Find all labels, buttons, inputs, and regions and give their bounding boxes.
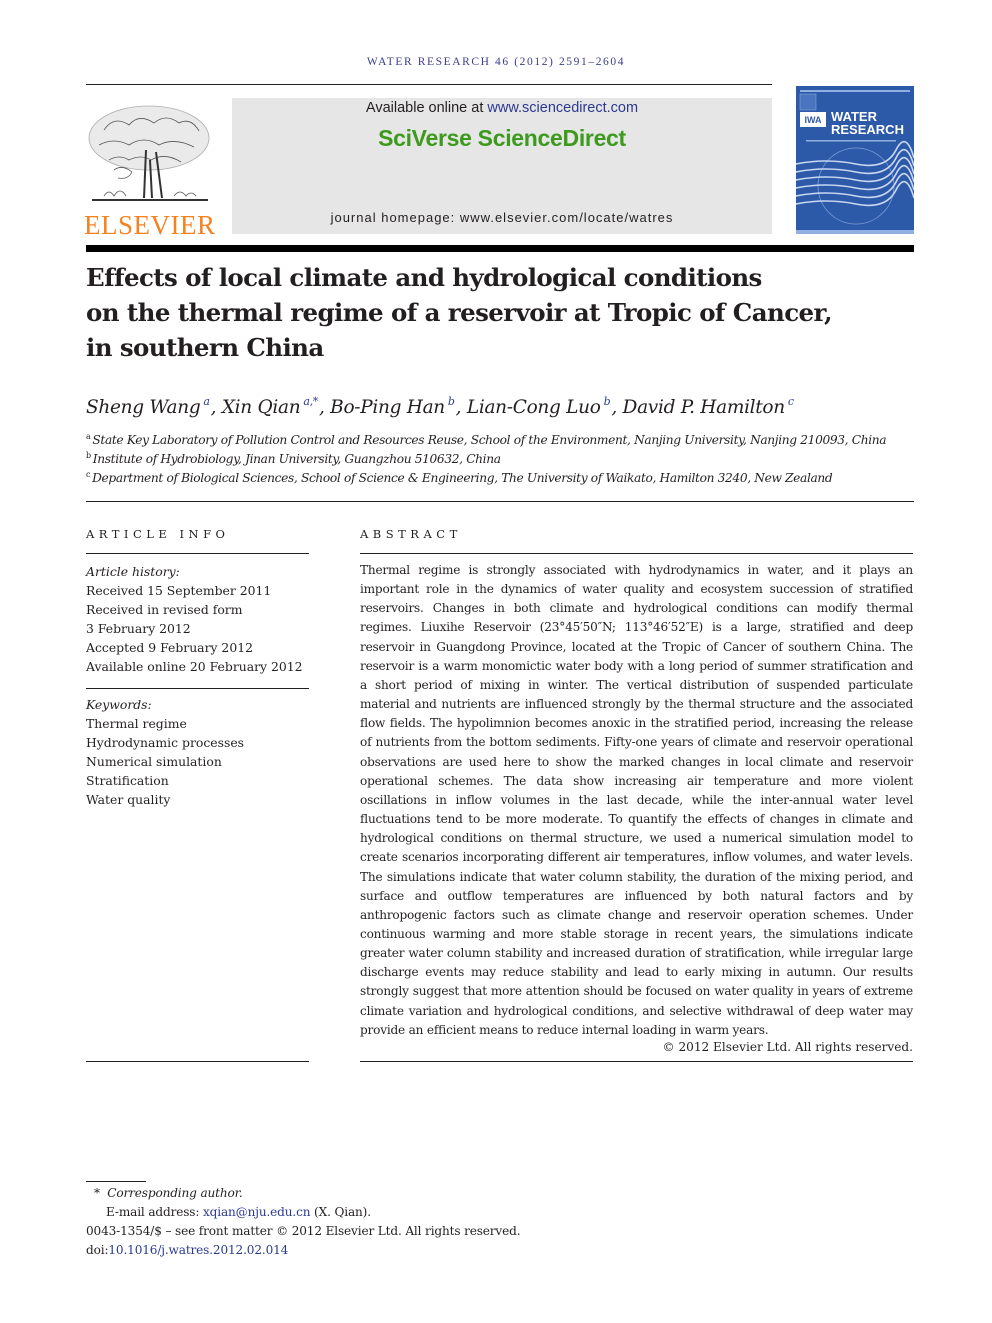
affiliation-key: a: [86, 432, 91, 441]
doi-label: doi:: [86, 1243, 109, 1257]
sciverse-sciencedirect-logo: SciVerse ScienceDirect: [378, 125, 626, 151]
keywords: Keywords: Thermal regime Hydrodynamic pr…: [86, 695, 316, 810]
author-affiliation-marker[interactable]: b: [448, 395, 455, 408]
keywords-label: Keywords:: [86, 697, 152, 712]
keyword-item: Thermal regime: [86, 716, 187, 732]
journal-homepage-line: journal homepage: www.elsevier.com/locat…: [232, 210, 772, 225]
author-separator: ,: [455, 397, 467, 418]
affiliation-text: Institute of Hydrobiology, Jinan Univers…: [92, 452, 501, 466]
affiliation: a State Key Laboratory of Pollution Contr…: [86, 432, 916, 447]
abstract-rule: [360, 553, 913, 554]
author-affiliation-marker[interactable]: c: [788, 395, 794, 408]
author-separator: ,: [210, 397, 222, 418]
affiliation: c Department of Biological Sciences, Scho…: [86, 470, 916, 485]
author-affiliation-marker[interactable]: a,*: [303, 395, 318, 408]
header-thick-rule: [86, 245, 914, 252]
author-list: Sheng Wang a, Xin Qian a,*, Bo-Ping Han b, …: [86, 395, 916, 418]
abstract-bottom-rule: [360, 1061, 913, 1062]
author-name[interactable]: David P. Hamilton: [623, 397, 786, 418]
abstract-body: Thermal regime is strongly associated wi…: [360, 563, 913, 1037]
article-info-heading: ARTICLE INFO: [86, 527, 230, 541]
keyword-item: Hydrodynamic processes: [86, 735, 245, 751]
elsevier-logo-text: ELSEVIER: [84, 210, 216, 240]
keywords-rule: [86, 688, 309, 689]
abstract-heading: ABSTRACT: [360, 527, 462, 541]
footnotes: * Corresponding author. E-mail address: …: [86, 1184, 586, 1260]
doi-link[interactable]: 10.1016/j.watres.2012.02.014: [108, 1243, 288, 1257]
article-info-rule: [86, 553, 309, 554]
affiliation-text: State Key Laboratory of Pollution Contro…: [92, 433, 887, 447]
history-item: Available online 20 February 2012: [86, 659, 303, 675]
author-name[interactable]: Bo-Ping Han: [330, 397, 445, 418]
title-line: on the thermal regime of a reservoir at …: [86, 298, 833, 327]
front-matter-note: 0043-1354/$ – see front matter © 2012 El…: [86, 1224, 521, 1238]
article-info-bottom-rule: [86, 1061, 309, 1062]
article-history-label: Article history:: [86, 564, 180, 579]
journal-homepage-label: journal homepage:: [330, 210, 460, 225]
affiliation: b Institute of Hydrobiology, Jinan Univer…: [86, 451, 916, 466]
footnote-rule: [86, 1181, 146, 1182]
header-rule: [86, 84, 772, 85]
sciencedirect-link[interactable]: www.sciencedirect.com: [487, 100, 638, 116]
available-online-label: Available online at: [365, 100, 488, 116]
keyword-item: Numerical simulation: [86, 754, 222, 770]
author-affiliation-marker[interactable]: b: [604, 395, 611, 408]
history-item: Accepted 9 February 2012: [86, 640, 253, 656]
history-item: 3 February 2012: [86, 621, 191, 637]
cover-title-line2: RESEARCH: [831, 122, 904, 137]
author-affiliation-marker[interactable]: a: [203, 395, 210, 408]
doi-note: doi:10.1016/j.watres.2012.02.014: [86, 1241, 586, 1260]
corresponding-marker: *: [94, 1186, 100, 1200]
corresponding-label: Corresponding author.: [107, 1186, 243, 1200]
affiliation-divider: [86, 501, 914, 502]
author-name[interactable]: Sheng Wang: [86, 397, 201, 418]
history-item: Received in revised form: [86, 602, 243, 618]
title-line: Effects of local climate and hydrologica…: [86, 263, 762, 292]
journal-cover-image: IWA WATER RESEARCH: [796, 86, 914, 234]
email-owner: (X. Qian).: [310, 1205, 371, 1219]
author-name[interactable]: Lian-Cong Luo: [467, 397, 601, 418]
corresponding-author-note: * Corresponding author.: [86, 1184, 586, 1203]
author-separator: ,: [611, 397, 623, 418]
history-item: Received 15 September 2011: [86, 583, 272, 599]
email-label: E-mail address:: [106, 1205, 203, 1219]
title-line: in southern China: [86, 333, 324, 362]
email-note: E-mail address: xqian@nju.edu.cn (X. Qia…: [86, 1203, 586, 1222]
keyword-item: Stratification: [86, 773, 169, 789]
author-separator: ,: [318, 397, 331, 418]
affiliation-text: Department of Biological Sciences, Schoo…: [92, 471, 833, 485]
affiliation-key: b: [86, 451, 91, 460]
keyword-item: Water quality: [86, 792, 171, 808]
journal-homepage-link[interactable]: www.elsevier.com/locate/watres: [460, 210, 674, 225]
article-history: Article history: Received 15 September 2…: [86, 562, 316, 677]
email-link[interactable]: xqian@nju.edu.cn: [203, 1205, 311, 1219]
author-name[interactable]: Xin Qian: [222, 397, 301, 418]
affiliation-key: c: [86, 470, 91, 479]
article-title: Effects of local climate and hydrologica…: [86, 260, 916, 365]
cover-iwa-text: IWA: [805, 115, 822, 125]
available-online-line: Available online at www.sciencedirect.co…: [232, 100, 772, 116]
running-head: WATER RESEARCH 46 (2012) 2591–2604: [366, 56, 626, 68]
abstract-copyright: © 2012 Elsevier Ltd. All rights reserved…: [662, 1040, 914, 1054]
